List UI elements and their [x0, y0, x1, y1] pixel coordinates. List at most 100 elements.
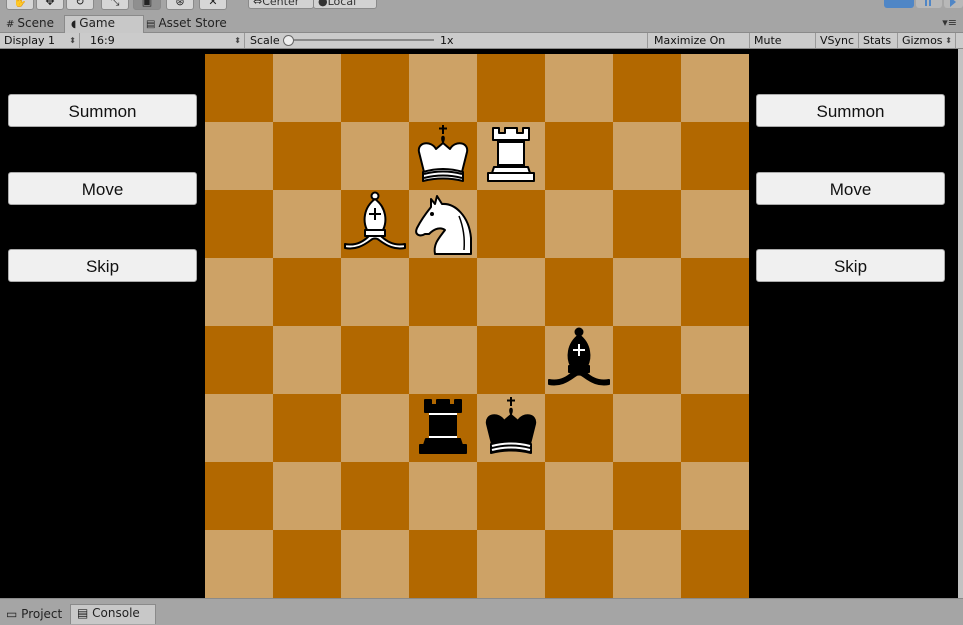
left-move-button[interactable]: Move — [8, 172, 197, 205]
move-tool-icon[interactable]: ✥ — [36, 0, 64, 10]
board-square[interactable] — [681, 190, 749, 258]
step-button[interactable] — [944, 0, 963, 8]
aspect-dropdown[interactable]: 16:9 — [86, 33, 245, 48]
right-skip-button[interactable]: Skip — [756, 249, 945, 282]
white-knight-icon[interactable] — [409, 190, 477, 258]
board-square[interactable] — [681, 530, 749, 598]
board-square[interactable] — [613, 394, 681, 462]
black-king-icon[interactable] — [477, 394, 545, 462]
tab-game[interactable]: ◖ Game — [64, 15, 144, 33]
display-dropdown[interactable]: Display 1 — [0, 33, 80, 48]
board-square[interactable] — [273, 258, 341, 326]
gizmos-dropdown[interactable]: Gizmos — [898, 33, 956, 48]
board-square[interactable] — [409, 394, 477, 462]
board-square[interactable] — [681, 462, 749, 530]
board-square[interactable] — [205, 190, 273, 258]
tab-menu-icon[interactable]: ▾≡ — [942, 16, 957, 29]
tab-project[interactable]: ▭ Project — [0, 606, 68, 625]
board-square[interactable] — [341, 258, 409, 326]
tab-scene[interactable]: # Scene — [0, 16, 60, 31]
board-square[interactable] — [477, 530, 545, 598]
black-bishop-icon[interactable] — [545, 326, 613, 394]
space-toggle[interactable]: ●Local — [313, 0, 377, 9]
left-skip-button[interactable]: Skip — [8, 249, 197, 282]
pause-button[interactable] — [916, 0, 942, 8]
rect-tool-icon[interactable]: ▣ — [133, 0, 161, 10]
board-square[interactable] — [205, 258, 273, 326]
board-square[interactable] — [477, 122, 545, 190]
board-square[interactable] — [545, 122, 613, 190]
board-square[interactable] — [477, 190, 545, 258]
board-square[interactable] — [477, 258, 545, 326]
scale-slider-track[interactable] — [288, 39, 434, 41]
board-square[interactable] — [613, 54, 681, 122]
board-square[interactable] — [341, 54, 409, 122]
board-square[interactable] — [613, 326, 681, 394]
board-square[interactable] — [341, 122, 409, 190]
board-square[interactable] — [613, 190, 681, 258]
board-square[interactable] — [681, 258, 749, 326]
right-move-button[interactable]: Move — [756, 172, 945, 205]
board-square[interactable] — [681, 326, 749, 394]
scale-slider-thumb[interactable] — [283, 35, 294, 46]
board-square[interactable] — [613, 530, 681, 598]
black-rook-icon[interactable] — [409, 394, 477, 462]
board-square[interactable] — [273, 190, 341, 258]
tab-asset-store[interactable]: ▤ Asset Store — [140, 16, 233, 31]
board-square[interactable] — [545, 54, 613, 122]
board-square[interactable] — [409, 326, 477, 394]
board-square[interactable] — [205, 394, 273, 462]
board-square[interactable] — [341, 190, 409, 258]
board-square[interactable] — [409, 462, 477, 530]
board-square[interactable] — [273, 326, 341, 394]
board-square[interactable] — [545, 326, 613, 394]
board-square[interactable] — [341, 326, 409, 394]
board-square[interactable] — [409, 122, 477, 190]
board-square[interactable] — [613, 122, 681, 190]
custom-tool-icon[interactable]: ✕ — [199, 0, 227, 10]
maximize-on-play-toggle[interactable]: Maximize On Play — [650, 33, 750, 62]
board-square[interactable] — [273, 394, 341, 462]
board-square[interactable] — [341, 530, 409, 598]
board-square[interactable] — [341, 394, 409, 462]
white-bishop-icon[interactable] — [341, 190, 409, 258]
board-square[interactable] — [681, 122, 749, 190]
mute-audio-toggle[interactable]: Mute Audio — [750, 33, 816, 62]
board-square[interactable] — [205, 326, 273, 394]
rotate-tool-icon[interactable]: ↻ — [66, 0, 94, 10]
board-square[interactable] — [477, 54, 545, 122]
board-square[interactable] — [545, 394, 613, 462]
board-square[interactable] — [681, 54, 749, 122]
board-square[interactable] — [477, 394, 545, 462]
board-square[interactable] — [273, 530, 341, 598]
board-square[interactable] — [613, 258, 681, 326]
board-square[interactable] — [477, 326, 545, 394]
left-summon-button[interactable]: Summon — [8, 94, 197, 127]
hand-tool-icon[interactable]: ✋ — [6, 0, 34, 10]
board-square[interactable] — [545, 530, 613, 598]
board-square[interactable] — [273, 54, 341, 122]
board-square[interactable] — [273, 122, 341, 190]
board-square[interactable] — [341, 462, 409, 530]
board-square[interactable] — [477, 462, 545, 530]
board-square[interactable] — [409, 530, 477, 598]
scale-tool-icon[interactable]: ⤡ — [101, 0, 129, 10]
board-square[interactable] — [545, 462, 613, 530]
board-square[interactable] — [613, 462, 681, 530]
board-square[interactable] — [681, 394, 749, 462]
board-square[interactable] — [409, 54, 477, 122]
board-square[interactable] — [409, 190, 477, 258]
pivot-toggle[interactable]: ⇔Center — [248, 0, 314, 9]
white-rook-icon[interactable] — [477, 122, 545, 190]
board-square[interactable] — [545, 258, 613, 326]
play-button[interactable] — [884, 0, 914, 8]
transform-tool-icon[interactable]: ⊛ — [166, 0, 194, 10]
vsync-toggle[interactable]: VSync — [816, 33, 859, 48]
stats-toggle[interactable]: Stats — [859, 33, 898, 48]
right-summon-button[interactable]: Summon — [756, 94, 945, 127]
tab-console[interactable]: ▤ Console — [70, 604, 156, 624]
board-square[interactable] — [545, 190, 613, 258]
board-square[interactable] — [273, 462, 341, 530]
board-square[interactable] — [205, 462, 273, 530]
board-square[interactable] — [409, 258, 477, 326]
